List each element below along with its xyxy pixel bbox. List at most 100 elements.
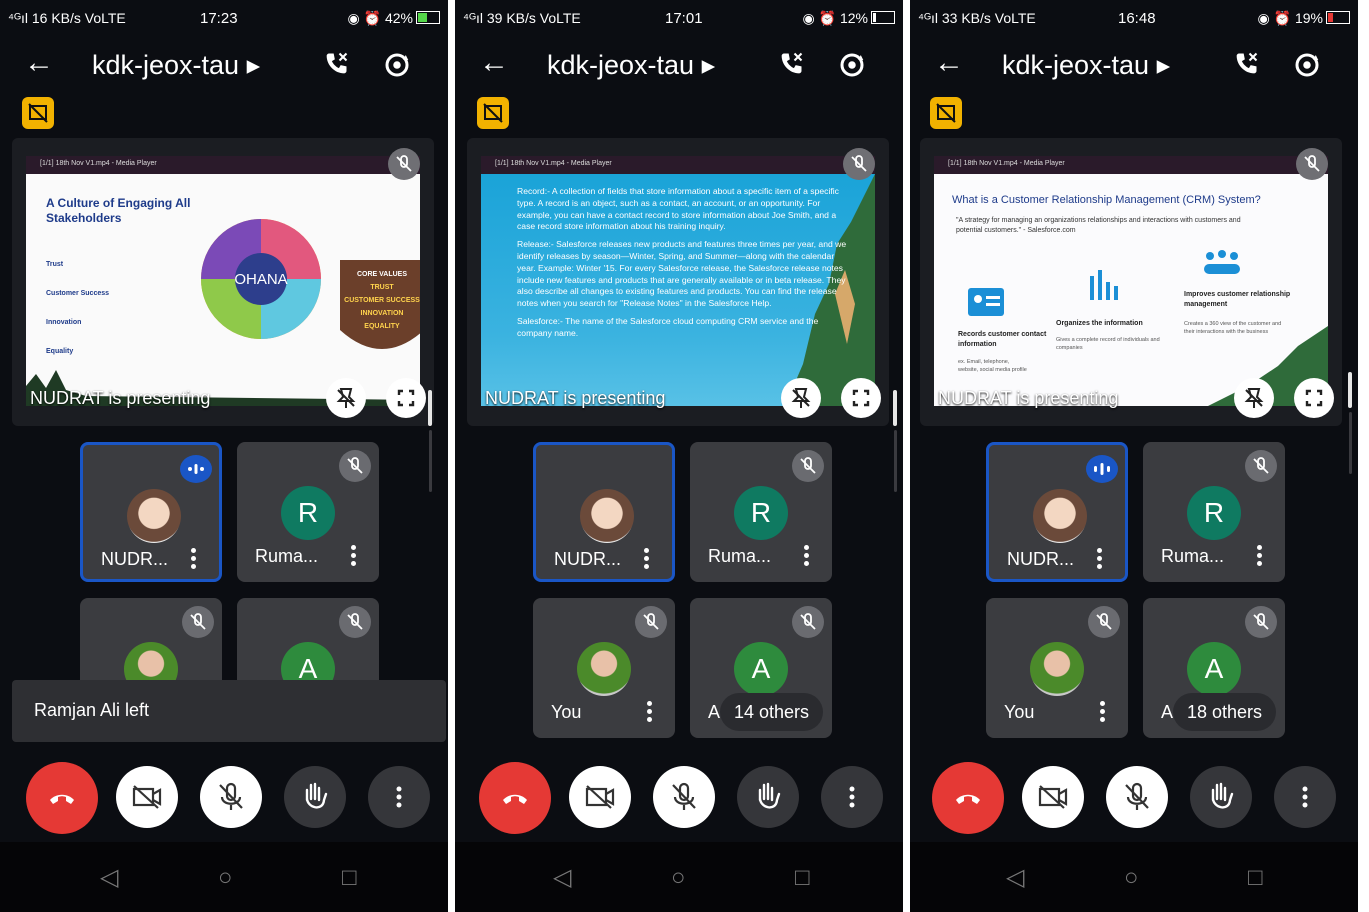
ohana-label: OHANA (234, 271, 287, 288)
phone-panel-2: ⁴ᴳıl 39 KB/s VoLTE 17:01 ◉ ⏰ 12% ← kdk-j… (455, 0, 903, 912)
unpin-icon (336, 388, 356, 408)
speaking-indicator (180, 455, 212, 483)
clock: 17:01 (665, 10, 703, 27)
scrollbar-track[interactable] (1349, 412, 1352, 474)
participant-tile[interactable]: You (533, 598, 675, 738)
mic-toggle-button[interactable] (200, 766, 262, 828)
nav-back-icon[interactable]: ◁ (1006, 866, 1024, 890)
unpin-button[interactable] (781, 378, 821, 418)
back-arrow-icon[interactable]: ← (934, 48, 964, 78)
media-player-title: [1/1] 18th Nov V1.mp4 - Media Player (495, 160, 612, 167)
participant-tile[interactable]: R Ruma... (690, 442, 832, 582)
switch-camera-icon[interactable] (837, 50, 867, 80)
participant-tile[interactable]: A A 14 others (690, 598, 832, 738)
speaking-indicator (1086, 455, 1118, 483)
phone-audio-icon[interactable] (1232, 50, 1260, 78)
raise-hand-button[interactable] (1190, 766, 1252, 828)
screen-share-view[interactable]: [1/1] 18th Nov V1.mp4 - Media Player A C… (12, 138, 434, 426)
camera-toggle-button[interactable] (1022, 766, 1084, 828)
end-call-button[interactable] (26, 762, 98, 834)
mic-off-icon (1125, 782, 1149, 810)
nav-home-icon[interactable]: ○ (671, 866, 686, 890)
screen-share-view[interactable]: [1/1] 18th Nov V1.mp4 - Media Player Rec… (467, 138, 889, 426)
participant-name: NUDR... (1007, 549, 1074, 569)
nav-recents-icon[interactable]: □ (1248, 866, 1263, 890)
fullscreen-button[interactable] (841, 378, 881, 418)
more-options-button[interactable] (368, 766, 430, 828)
meeting-title[interactable]: kdk-jeox-tau ▸ (1002, 50, 1170, 81)
avatar-letter: A (734, 642, 788, 696)
scrollbar-thumb[interactable] (1348, 372, 1352, 408)
others-count-chip[interactable]: 14 others (720, 693, 824, 731)
switch-camera-icon[interactable] (382, 50, 412, 80)
fullscreen-button[interactable] (386, 378, 426, 418)
hang-up-icon (956, 794, 980, 804)
more-options-icon[interactable] (191, 545, 197, 572)
end-call-button[interactable] (932, 762, 1004, 834)
more-options-button[interactable] (821, 766, 883, 828)
camera-off-icon (585, 785, 615, 809)
nav-recents-icon[interactable]: □ (342, 866, 357, 890)
battery-icon (416, 11, 440, 24)
more-options-button[interactable] (1274, 766, 1336, 828)
phone-audio-icon[interactable] (322, 50, 350, 78)
meeting-title[interactable]: kdk-jeox-tau ▸ (92, 50, 260, 81)
more-options-icon[interactable] (351, 542, 357, 569)
more-options-icon[interactable] (1097, 545, 1103, 572)
screen-share-view[interactable]: [1/1] 18th Nov V1.mp4 - Media Player Wha… (920, 138, 1342, 426)
nav-back-icon[interactable]: ◁ (553, 866, 571, 890)
participant-tile[interactable]: NUDR... (533, 442, 675, 582)
slide-item: Trust (46, 261, 64, 268)
nav-back-icon[interactable]: ◁ (100, 866, 118, 890)
raise-hand-button[interactable] (284, 766, 346, 828)
more-options-icon[interactable] (647, 698, 653, 725)
others-count-chip[interactable]: 18 others (1173, 693, 1277, 731)
more-options-icon[interactable] (1100, 698, 1106, 725)
participant-tile[interactable]: NUDR... (80, 442, 222, 582)
slide-heading: A Culture of Engaging All Stakeholders (46, 196, 191, 225)
mic-toggle-button[interactable] (653, 766, 715, 828)
back-arrow-icon[interactable]: ← (479, 48, 509, 78)
unpin-button[interactable] (326, 378, 366, 418)
more-options-icon[interactable] (644, 545, 650, 572)
scrollbar-thumb[interactable] (893, 390, 897, 426)
back-arrow-icon[interactable]: ← (24, 48, 54, 78)
fullscreen-button[interactable] (1294, 378, 1334, 418)
camera-toggle-button[interactable] (116, 766, 178, 828)
avatar (1030, 642, 1084, 696)
nav-recents-icon[interactable]: □ (795, 866, 810, 890)
more-options-icon[interactable] (804, 542, 810, 569)
scrollbar-thumb[interactable] (428, 390, 432, 426)
battery-status: ◉ ⏰ 12% (803, 10, 895, 27)
avatar-letter: R (281, 486, 335, 540)
more-options-icon[interactable] (1257, 542, 1263, 569)
slide-heading: What is a Customer Relationship Manageme… (952, 194, 1261, 206)
participant-tile[interactable]: NUDR... (986, 442, 1128, 582)
avatar (577, 642, 631, 696)
nav-home-icon[interactable]: ○ (218, 866, 233, 890)
slide-ohana: A Culture of Engaging All Stakeholders T… (26, 174, 420, 406)
core-value: CUSTOMER SUCCESS (344, 297, 420, 304)
participant-name: You (551, 702, 582, 722)
participant-tile[interactable]: R Ruma... (237, 442, 379, 582)
phone-panel-3: ⁴ᴳıl 33 KB/s VoLTE 16:48 ◉ ⏰ 19% ← kdk-j… (910, 0, 1358, 912)
end-call-button[interactable] (479, 762, 551, 834)
participant-tile[interactable]: A A 18 others (1143, 598, 1285, 738)
core-value: INNOVATION (360, 310, 404, 317)
participant-tile[interactable]: You (986, 598, 1128, 738)
nav-home-icon[interactable]: ○ (1124, 866, 1139, 890)
feature-desc: Gives a complete record of individuals a… (1056, 337, 1160, 351)
mic-toggle-button[interactable] (1106, 766, 1168, 828)
camera-off-icon (1038, 785, 1068, 809)
avatar (1033, 489, 1087, 543)
phone-audio-icon[interactable] (777, 50, 805, 78)
switch-camera-icon[interactable] (1292, 50, 1322, 80)
scrollbar-track[interactable] (429, 430, 432, 492)
scrollbar-track[interactable] (894, 430, 897, 492)
meeting-title[interactable]: kdk-jeox-tau ▸ (547, 50, 715, 81)
raise-hand-button[interactable] (737, 766, 799, 828)
toast-text: Ramjan Ali left (34, 700, 150, 720)
camera-toggle-button[interactable] (569, 766, 631, 828)
unpin-button[interactable] (1234, 378, 1274, 418)
participant-tile[interactable]: R Ruma... (1143, 442, 1285, 582)
